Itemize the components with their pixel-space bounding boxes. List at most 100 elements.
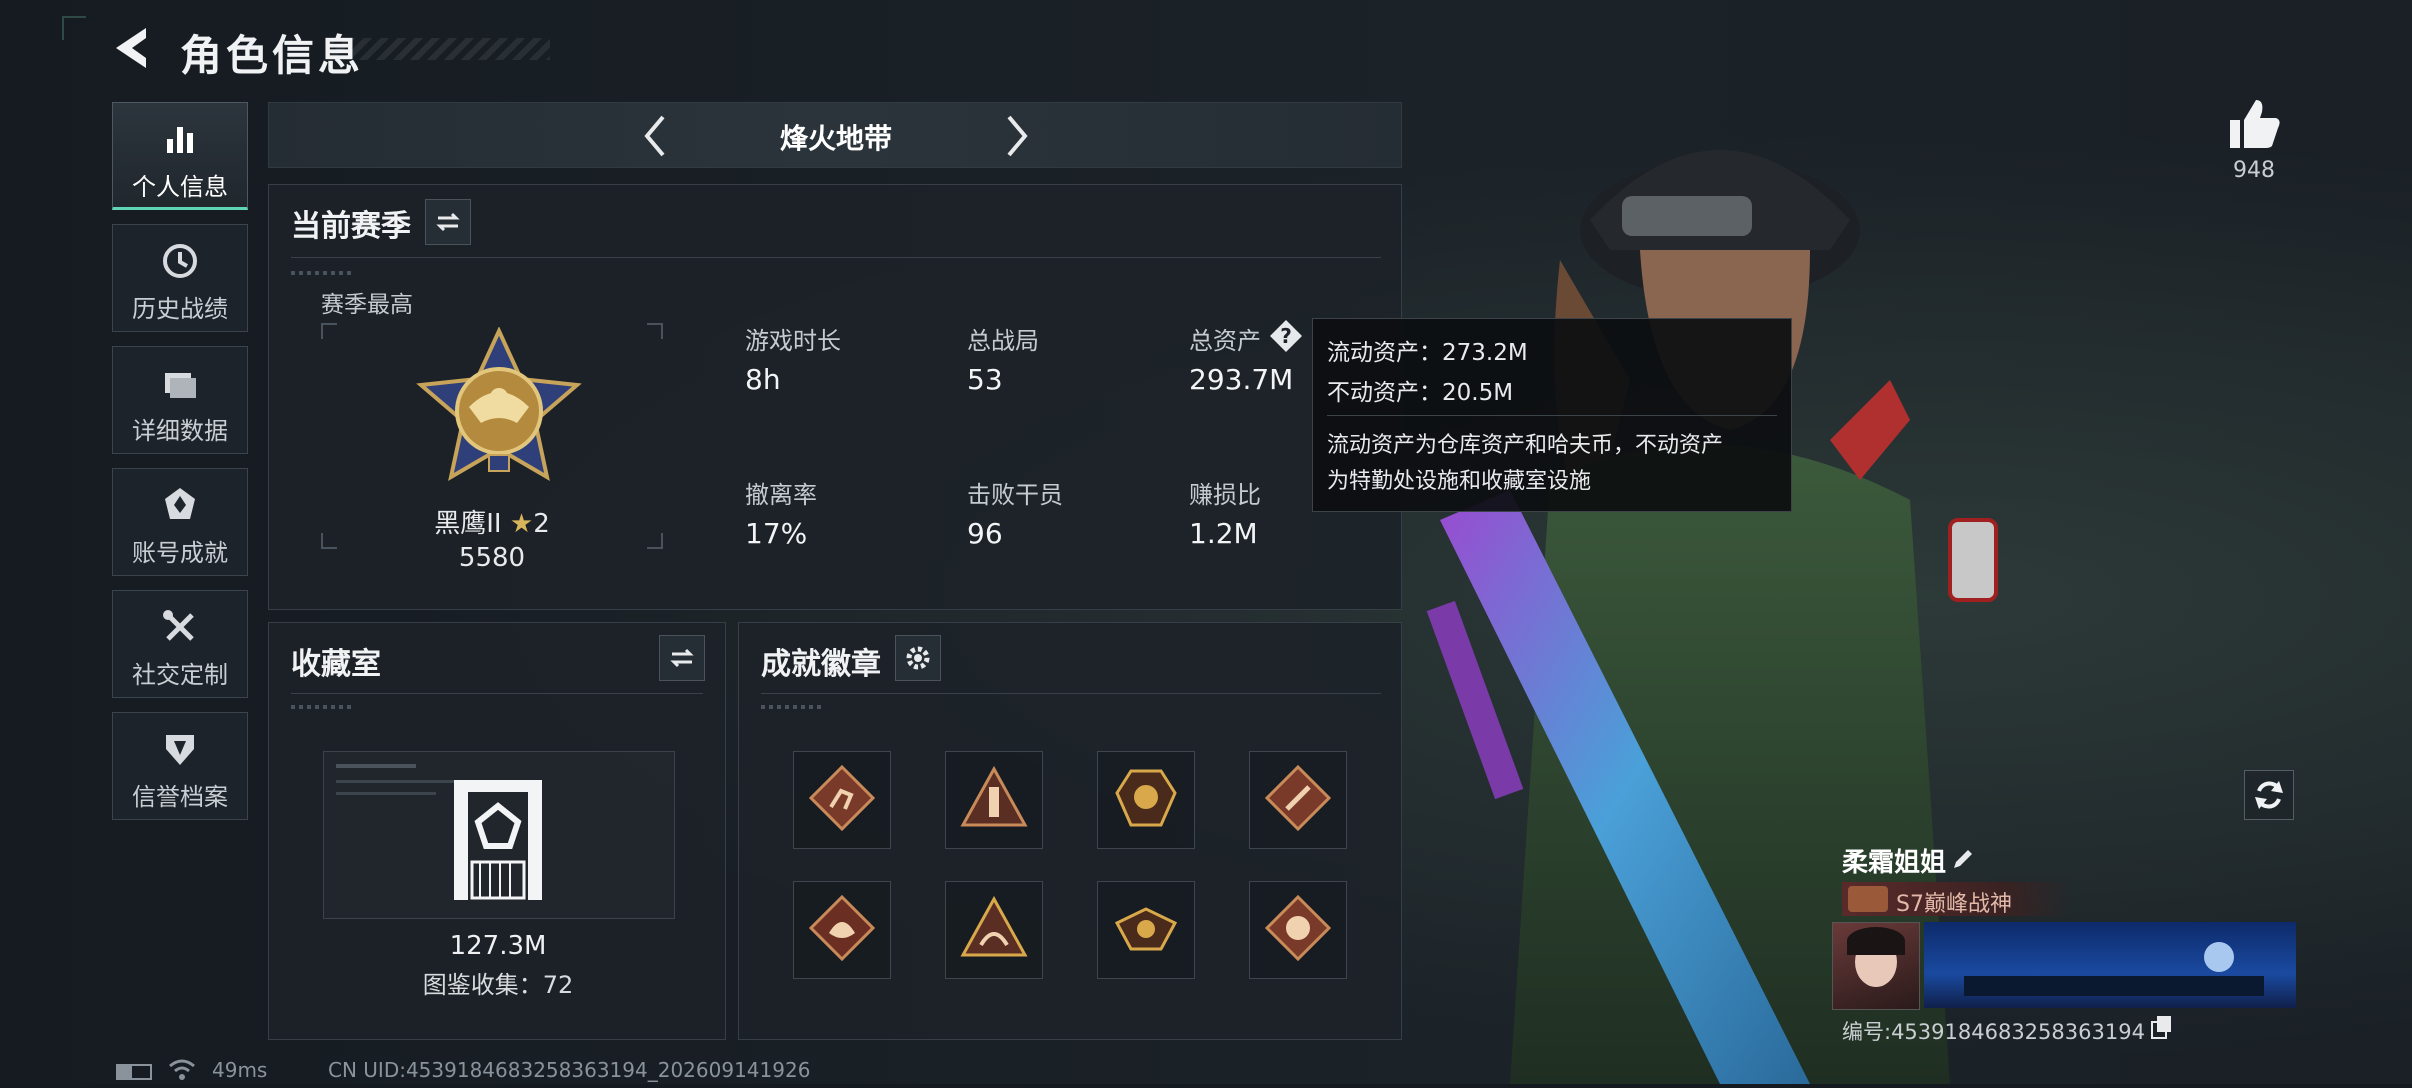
like-count: 948 [2233,158,2275,183]
stat-label: 赚损比 [1189,481,1261,509]
uid-text: CN UID:4539184683258363194_202609141926 [328,1058,811,1082]
battery-icon [116,1064,152,1080]
sidebar-item-reputation[interactable]: 信誉档案 [112,712,248,820]
tooltip-description: 流动资产为仓库资产和哈夫币，不动资产 [1327,433,1724,458]
collection-title: 收藏室 [291,647,381,682]
achievement-badge[interactable] [945,881,1043,979]
sidebar-item-label: 账号成就 [132,539,228,567]
stat-value: 17% [745,517,808,550]
sidebar-item-match-history[interactable]: 历史战绩 [112,224,248,332]
swap-icon [436,212,460,232]
divider [291,693,703,694]
stat-value: 293.7M [1189,363,1294,396]
sidebar-item-social-custom[interactable]: 社交定制 [112,590,248,698]
achievements-title: 成就徽章 [761,647,881,682]
clock-icon [113,241,247,287]
stat-label: 总战局 [967,327,1039,355]
refresh-icon [2255,781,2283,809]
achievement-badge[interactable] [793,751,891,849]
rotate-model-button[interactable] [2244,770,2294,820]
badge-crest-icon [1111,763,1181,837]
star-icon: ★ [509,509,534,539]
sidebar-item-label: 历史战绩 [132,295,228,323]
collection-catalog: 图鉴收集：72 [422,971,574,999]
player-title-tag: S7巅峰战神 [1896,892,2012,917]
sidebar-item-label: 社交定制 [132,661,228,689]
stat-value: 96 [967,517,1003,550]
badge-eagle-icon [1111,893,1181,967]
stat-label: 撤离率 [745,481,817,509]
rank-points: 5580 [458,543,526,573]
profile-banner [1924,922,2296,1008]
achievement-badge[interactable] [1097,881,1195,979]
achievements-settings-button[interactable] [895,635,941,681]
mode-selector: 烽火地带 [268,102,1402,168]
title-banner: S7巅峰战神 [1842,882,2072,917]
next-mode-button[interactable] [991,111,1041,161]
rank-emblem-icon [409,326,589,497]
stat-value: 53 [967,363,1003,396]
sidebar: 个人信息 历史战绩 详细数据 账号成就 社交定制 信誉档案 [112,102,250,834]
mode-name: 烽火地带 [779,122,892,155]
sidebar-item-label: 个人信息 [132,173,228,201]
avatar [1832,922,1920,1010]
tooltip-description-2: 为特勤处设施和收藏室设施 [1327,469,1592,494]
pencil-icon [1954,850,1972,868]
achievement-badge[interactable] [945,751,1043,849]
edit-name-button[interactable] [1948,844,1978,874]
like-button[interactable] [2224,96,2284,152]
badge-beast-icon [1263,893,1333,967]
achievement-badge[interactable] [793,881,891,979]
tooltip-fixed-assets: 不动资产：20.5M [1327,380,1514,406]
player-name: 柔霜姐姐 [1842,848,1947,878]
badge-tower-icon [959,763,1029,837]
achievement-badge[interactable] [1097,751,1195,849]
tooltip-liquid-assets: 流动资产：273.2M [1327,340,1528,366]
stat-value: 8h [745,363,781,396]
badge-snake-icon [959,893,1029,967]
stat-label: 游戏时长 [745,327,841,355]
divider [291,257,1381,258]
sidebar-item-label: 详细数据 [132,417,228,445]
vault-icon [450,770,546,904]
ping-text: 49ms [212,1058,268,1082]
sidebar-item-label: 信誉档案 [132,783,228,811]
wifi-icon [168,1058,196,1082]
assets-tooltip: 流动资产：273.2M 不动资产：20.5M 流动资产为仓库资产和哈夫币，不动资… [1312,318,1792,512]
svg-text:?: ? [1280,324,1292,348]
achievement-badge[interactable] [1249,751,1347,849]
collection-panel[interactable]: 收藏室 127.3M 图鉴收集：72 [268,622,726,1040]
title-decoration [330,38,550,60]
achievements-panel: 成就徽章 [738,622,1402,1040]
folder-icon [113,363,247,409]
stat-value: 1.2M [1189,517,1258,550]
divider-dash [291,271,351,275]
title-emblem-icon [1848,886,1888,912]
achievement-badge[interactable] [1249,881,1347,979]
thumbs-up-icon [2230,100,2280,148]
rank-name: 黑鹰II [434,509,502,539]
sidebar-item-personal-info[interactable]: 个人信息 [112,102,248,210]
season-title: 当前赛季 [291,209,411,244]
tools-icon [113,607,247,653]
collection-switch-button[interactable] [659,635,705,681]
season-switch-button[interactable] [425,199,471,245]
rank-name-row: 黑鹰II ★2 [321,503,663,540]
back-arrow-icon [116,28,146,68]
sidebar-item-detailed-data[interactable]: 详细数据 [112,346,248,454]
help-icon[interactable]: ? [1269,319,1303,353]
copy-icon [2151,1016,2171,1039]
copy-id-button[interactable] [2148,1014,2174,1040]
bar-chart-icon [113,119,247,165]
collection-display-frame [323,751,675,919]
corner-bracket [62,16,86,40]
season-panel: 当前赛季 赛季最高 黑鹰II ★2 5580 游戏时长 8h 总战局 53 总资… [268,184,1402,610]
collection-value: 127.3M [449,931,547,961]
swap-icon [670,648,694,668]
back-button[interactable] [110,24,158,72]
rank-stars: 2 [533,509,550,539]
player-card[interactable]: 柔霜姐姐 S7巅峰战神 编号:4539184683258363194 [1832,840,2296,1050]
stat-label: 总资产 [1189,327,1261,355]
badge-runner-icon [807,763,877,837]
sidebar-item-account-achievements[interactable]: 账号成就 [112,468,248,576]
